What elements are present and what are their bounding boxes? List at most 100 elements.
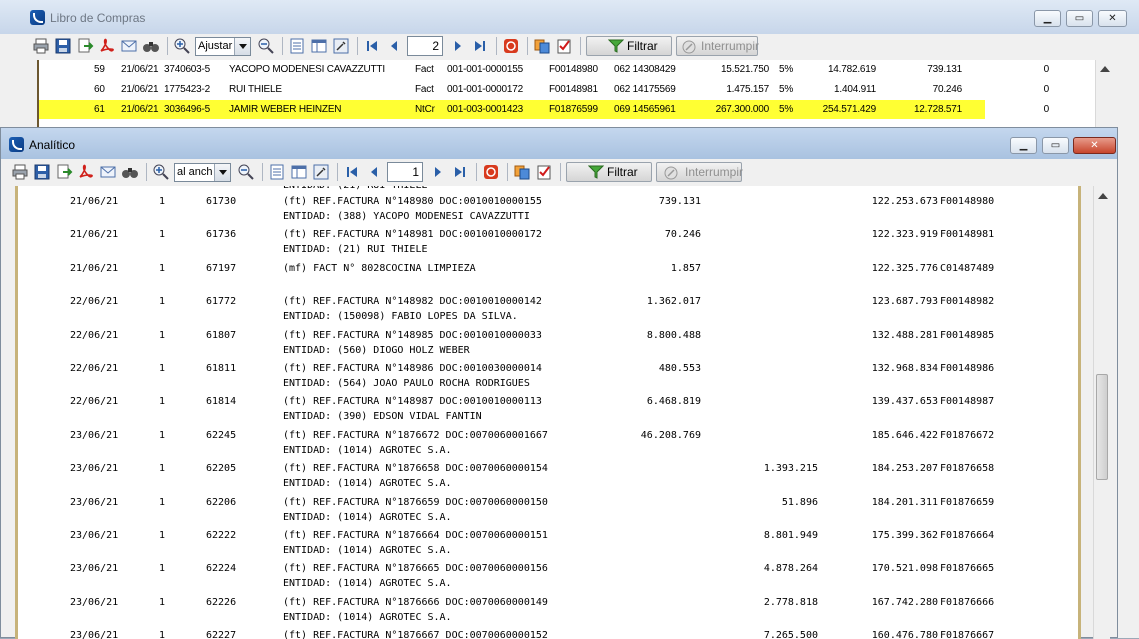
report-debit: 1.362.017 [646, 296, 701, 308]
fg-titlebar[interactable]: Analítico ▁ ▭ ✕ [1, 128, 1117, 159]
zoom-out-icon[interactable] [257, 37, 275, 55]
last-page-icon[interactable] [451, 163, 469, 181]
cell-doc: 001-003-0001423 [447, 104, 523, 115]
scroll-thumb[interactable] [1096, 374, 1108, 480]
print-icon[interactable] [11, 163, 29, 181]
interrupt-button[interactable]: Interrumpir [676, 36, 759, 56]
checklist-icon[interactable] [555, 37, 573, 55]
report-date: 21/06/21 [70, 196, 119, 207]
filter-button[interactable]: Filtrar [566, 162, 652, 182]
zoom-select[interactable]: Ajustar a [195, 36, 251, 56]
first-page-icon[interactable] [343, 163, 361, 181]
two-page-icon[interactable] [310, 37, 328, 55]
cell-total: 267.300.000 [715, 104, 770, 115]
report-debit: 46.208.769 [640, 429, 701, 441]
email-icon[interactable] [120, 37, 138, 55]
chevron-down-icon[interactable] [234, 37, 250, 55]
bg-titlebar[interactable]: Libro de Compras ▁ ▭ ✕ [0, 0, 1139, 34]
report-bal: 167.742.280 [871, 596, 938, 608]
report-ref: F00148980 [940, 196, 995, 207]
report-date: 22/06/21 [70, 363, 119, 374]
last-page-icon[interactable] [471, 37, 489, 55]
report-debit: 8.800.488 [646, 329, 701, 341]
report-num: 61811 [206, 363, 237, 374]
report-desc: (ft) REF.FACTURA N°1876665 DOC:007006000… [283, 563, 548, 575]
report-entity: ENTIDAD: (1014) AGROTEC S.A. [283, 545, 452, 556]
report-entity: ENTIDAD: (388) YACOPO MODENESI CAVAZZUTT… [283, 211, 530, 222]
report-bal: 139.437.653 [871, 396, 938, 408]
next-page-icon[interactable] [429, 163, 447, 181]
pdf-icon[interactable] [98, 37, 116, 55]
report-credit: 51.896 [781, 496, 818, 508]
cell-doc: 001-001-0000155 [447, 64, 523, 75]
report-scrollbar[interactable] [1093, 186, 1110, 639]
maximize-button[interactable]: ▭ [1042, 137, 1069, 154]
report-c1: 1 [159, 363, 166, 374]
checklist-icon[interactable] [535, 163, 553, 181]
report-num: 62222 [206, 530, 237, 541]
page-view-icon[interactable] [268, 163, 286, 181]
email-icon[interactable] [99, 163, 117, 181]
settings-icon[interactable] [332, 37, 350, 55]
report-c1: 1 [159, 563, 166, 575]
filter-button[interactable]: Filtrar [586, 36, 672, 56]
stop-icon[interactable] [502, 37, 520, 55]
print-icon[interactable] [32, 37, 50, 55]
report-ref: F01876659 [940, 496, 995, 508]
cell-ruc: 3036496-5 [164, 104, 211, 115]
copy-icon[interactable] [513, 163, 531, 181]
zoom-in-icon[interactable] [152, 163, 170, 181]
report-entity: ENTIDAD: (560) DIOGO HOLZ WEBER [283, 344, 470, 356]
cell-ruc: 3740603-5 [164, 64, 211, 75]
report-c1: 1 [159, 262, 166, 274]
maximize-button[interactable]: ▭ [1066, 10, 1093, 27]
settings-icon[interactable] [312, 163, 330, 181]
report-ref: C01487489 [940, 262, 995, 274]
close-button[interactable]: ✕ [1073, 137, 1116, 154]
next-page-icon[interactable] [449, 37, 467, 55]
page-number-input[interactable]: 1 [387, 162, 423, 182]
prev-page-icon[interactable] [385, 37, 403, 55]
report-ref: F00148987 [940, 396, 995, 408]
chevron-down-icon[interactable] [214, 163, 230, 181]
save-icon[interactable] [54, 37, 72, 55]
minimize-button[interactable]: ▁ [1034, 10, 1061, 27]
save-icon[interactable] [33, 163, 51, 181]
zoom-in-icon[interactable] [173, 37, 191, 55]
report-c1: 1 [159, 596, 166, 608]
report-ref: F00148985 [940, 329, 995, 341]
pdf-icon[interactable] [77, 163, 95, 181]
find-icon[interactable] [121, 163, 139, 181]
list-row[interactable]: 59 21/06/21 3740603-5 YACOPO MODENESI CAVAZ… [39, 60, 1095, 79]
two-page-icon[interactable] [290, 163, 308, 181]
export-icon[interactable] [55, 163, 73, 181]
close-button[interactable]: ✕ [1098, 10, 1127, 27]
scroll-up-icon[interactable] [1100, 61, 1110, 72]
page-view-icon[interactable] [288, 37, 306, 55]
report-debit: 6.468.819 [646, 396, 701, 408]
prev-page-icon[interactable] [365, 163, 383, 181]
report-bal: 160.476.780 [871, 630, 938, 639]
report-credit: 4.878.264 [763, 563, 818, 575]
copy-icon[interactable] [533, 37, 551, 55]
bg-scrollbar[interactable] [1095, 60, 1112, 127]
minimize-button[interactable]: ▁ [1010, 137, 1037, 154]
report-desc: (mf) FACT N° 8028COCINA LIMPIEZA [283, 262, 476, 274]
zoom-select[interactable]: al ancho [174, 162, 231, 182]
page-number-input[interactable]: 2 [407, 36, 443, 56]
zoom-out-icon[interactable] [237, 163, 255, 181]
bg-toolbar: Ajustar a 2 Filtrar Interrumpir [32, 34, 759, 58]
report-num: 62227 [206, 630, 237, 639]
interrupt-button[interactable]: Interrumpir [656, 162, 743, 182]
export-icon[interactable] [76, 37, 94, 55]
stop-icon[interactable] [482, 163, 500, 181]
first-page-icon[interactable] [363, 37, 381, 55]
list-row[interactable]: 60 21/06/21 1775423-2 RUI THIELE Fact 001-001… [39, 80, 1095, 99]
report-date: 23/06/21 [70, 630, 119, 639]
report-debit: 1.857 [670, 262, 701, 274]
report-entity: ENTIDAD: (1014) AGROTEC S.A. [283, 578, 452, 590]
report-num: 62205 [206, 463, 237, 475]
find-icon[interactable] [142, 37, 160, 55]
list-row-selected[interactable]: 61 21/06/21 3036496-5 JAMIR WEBER HEINZEN Nt… [39, 100, 1049, 119]
scroll-up-icon[interactable] [1098, 188, 1108, 199]
